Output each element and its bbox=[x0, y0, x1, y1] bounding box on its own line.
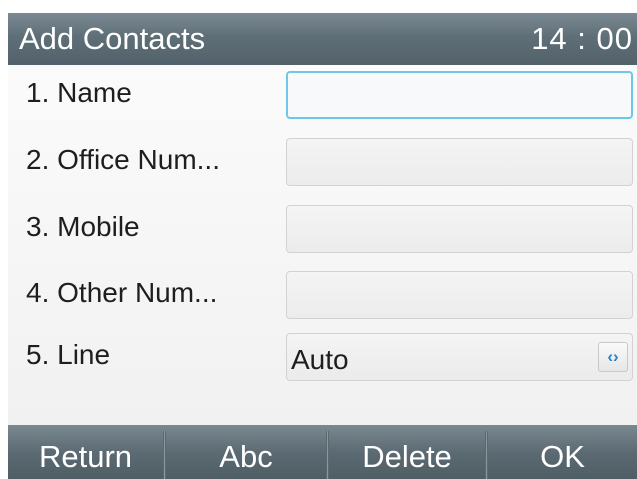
ok-softkey[interactable]: OK bbox=[488, 425, 637, 479]
form-row-mobile: 3. Mobile bbox=[8, 199, 637, 253]
form-row-office-number: 2. Office Num... bbox=[8, 132, 637, 186]
mobile-label: 3. Mobile bbox=[26, 211, 140, 242]
form-row-name: 1. Name bbox=[8, 65, 637, 119]
name-field[interactable] bbox=[286, 71, 633, 119]
other-number-field[interactable] bbox=[286, 271, 633, 319]
delete-softkey[interactable]: Delete bbox=[329, 425, 485, 479]
name-label: 1. Name bbox=[26, 77, 132, 108]
abc-softkey[interactable]: Abc bbox=[166, 425, 326, 479]
mobile-field[interactable] bbox=[286, 205, 633, 253]
title-bar: Add Contacts 14 : 00 bbox=[8, 13, 637, 65]
office-number-field[interactable] bbox=[286, 138, 633, 186]
form-row-other-number: 4. Other Num... bbox=[8, 265, 637, 319]
line-switch-arrows-icon[interactable]: ‹› bbox=[598, 342, 628, 372]
form-row-line: 5. Line Auto ‹› bbox=[8, 327, 637, 381]
page-title: Add Contacts bbox=[19, 21, 206, 56]
return-softkey[interactable]: Return bbox=[8, 425, 163, 479]
other-number-label: 4. Other Num... bbox=[26, 277, 218, 308]
line-label: 5. Line bbox=[26, 339, 111, 370]
clock: 14 : 00 bbox=[531, 21, 633, 56]
softkey-bar: Return Abc Delete OK bbox=[8, 425, 637, 479]
line-select-value: Auto bbox=[291, 344, 349, 375]
line-select[interactable]: Auto ‹› bbox=[286, 333, 633, 381]
contact-form: 1. Name 2. Office Num... 3. Mobile 4. Ot… bbox=[8, 65, 637, 425]
office-number-label: 2. Office Num... bbox=[26, 144, 220, 175]
